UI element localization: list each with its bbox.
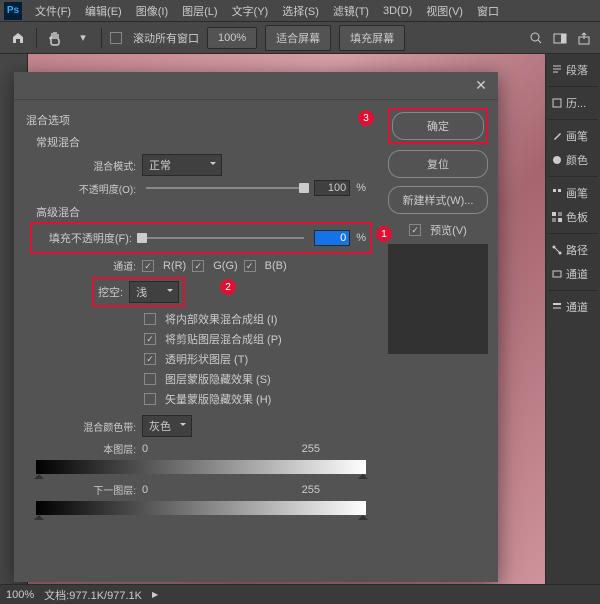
dialog-heading: 混合选项	[26, 112, 366, 128]
channels-label: 通道:	[36, 258, 136, 273]
blend-mode-label: 混合模式:	[36, 158, 136, 173]
menubar: Ps 文件(F) 编辑(E) 图像(I) 图层(L) 文字(Y) 选择(S) 滤…	[0, 0, 600, 22]
fill-opacity-label: 填充不透明度(F):	[36, 230, 132, 246]
panel-paths[interactable]: 路径	[548, 238, 598, 262]
hand-tool-icon[interactable]	[45, 28, 65, 48]
panel-color[interactable]: 颜色	[548, 148, 598, 172]
knockout-label: 挖空:	[98, 284, 123, 300]
blending-options-dialog: ✕ 混合选项 常规混合 混合模式: 正常 不透明度(O): 100 % 高级混合	[14, 72, 498, 582]
menu-view[interactable]: 视图(V)	[419, 3, 470, 19]
percent-label: %	[356, 182, 366, 194]
fit-screen-button[interactable]: 适合屏幕	[265, 25, 331, 51]
fill-opacity-slider[interactable]	[142, 237, 304, 239]
zoom-value[interactable]: 100%	[207, 27, 257, 49]
menu-layer[interactable]: 图层(L)	[175, 3, 224, 19]
blend-if-select[interactable]: 灰色	[142, 415, 192, 437]
opt2-checkbox[interactable]	[144, 333, 156, 345]
opt3-checkbox[interactable]	[144, 353, 156, 365]
opt4-checkbox[interactable]	[144, 373, 156, 385]
blend-mode-select[interactable]: 正常	[142, 154, 222, 176]
channel-r-checkbox[interactable]	[142, 260, 154, 272]
menu-filter[interactable]: 滤镜(T)	[326, 3, 376, 19]
ok-button-highlight: 确定	[388, 108, 488, 144]
menu-image[interactable]: 图像(I)	[129, 3, 175, 19]
fill-opacity-input[interactable]: 0	[314, 230, 350, 246]
opt5-checkbox[interactable]	[144, 393, 156, 405]
blend-if-label: 混合颜色带:	[36, 419, 136, 434]
this-layer-gradient[interactable]	[36, 460, 366, 474]
menu-window[interactable]: 窗口	[470, 3, 506, 19]
app-logo: Ps	[4, 2, 22, 20]
fill-screen-button[interactable]: 填充屏幕	[339, 25, 405, 51]
preview-checkbox[interactable]	[409, 224, 421, 236]
dialog-titlebar[interactable]: ✕	[14, 72, 498, 100]
channel-g-checkbox[interactable]	[192, 260, 204, 272]
fill-opacity-highlight: 填充不透明度(F): 0 %	[30, 222, 372, 254]
underlying-label: 下一图层:	[36, 482, 136, 497]
general-blend-label: 常规混合	[36, 134, 366, 150]
scroll-all-label: 滚动所有窗口	[133, 30, 199, 46]
scroll-all-checkbox[interactable]	[110, 32, 122, 44]
opacity-label: 不透明度(O):	[36, 181, 136, 196]
status-doc: 文档:977.1K/977.1K	[44, 587, 142, 603]
panel-brush[interactable]: 画笔	[548, 124, 598, 148]
panel-history[interactable]: 历...	[548, 91, 598, 115]
close-icon[interactable]: ✕	[470, 75, 492, 97]
new-style-button[interactable]: 新建样式(W)...	[388, 186, 488, 214]
menu-edit[interactable]: 编辑(E)	[78, 3, 129, 19]
panels-dock: 段落 历... 画笔 颜色 画笔 色板 路径 通道 通道	[545, 54, 600, 604]
workspace-icon[interactable]	[552, 30, 568, 46]
panel-channels2[interactable]: 通道	[548, 295, 598, 319]
share-icon[interactable]	[576, 30, 592, 46]
panel-brushes[interactable]: 画笔	[548, 181, 598, 205]
ok-button[interactable]: 确定	[392, 112, 484, 140]
search-icon[interactable]	[528, 30, 544, 46]
options-bar: ▾ 滚动所有窗口 100% 适合屏幕 填充屏幕	[0, 22, 600, 54]
menu-select[interactable]: 选择(S)	[275, 3, 326, 19]
preview-swatch	[388, 244, 488, 354]
reset-button[interactable]: 复位	[388, 150, 488, 178]
menu-3d[interactable]: 3D(D)	[376, 5, 419, 17]
preview-label: 预览(V)	[430, 222, 467, 238]
panel-paragraph[interactable]: 段落	[548, 58, 598, 82]
annotation-badge-2: 2	[220, 279, 236, 295]
statusbar: 100% 文档:977.1K/977.1K ▶	[0, 584, 600, 604]
advanced-blend-label: 高级混合	[36, 204, 366, 220]
panel-swatches[interactable]: 色板	[548, 205, 598, 229]
panel-channels[interactable]: 通道	[548, 262, 598, 286]
opacity-slider[interactable]	[146, 187, 304, 189]
home-icon[interactable]	[8, 28, 28, 48]
menu-file[interactable]: 文件(F)	[28, 3, 78, 19]
knockout-select[interactable]: 浅	[129, 281, 179, 303]
chevron-down-icon[interactable]: ▾	[73, 28, 93, 48]
channel-b-checkbox[interactable]	[244, 260, 256, 272]
annotation-badge-3: 3	[358, 110, 374, 126]
opt1-checkbox[interactable]	[144, 313, 156, 325]
opacity-input[interactable]: 100	[314, 180, 350, 196]
menu-type[interactable]: 文字(Y)	[225, 3, 276, 19]
underlying-gradient[interactable]	[36, 501, 366, 515]
this-layer-label: 本图层:	[36, 441, 136, 456]
status-zoom[interactable]: 100%	[6, 589, 34, 601]
knockout-highlight: 挖空: 浅	[92, 277, 185, 307]
